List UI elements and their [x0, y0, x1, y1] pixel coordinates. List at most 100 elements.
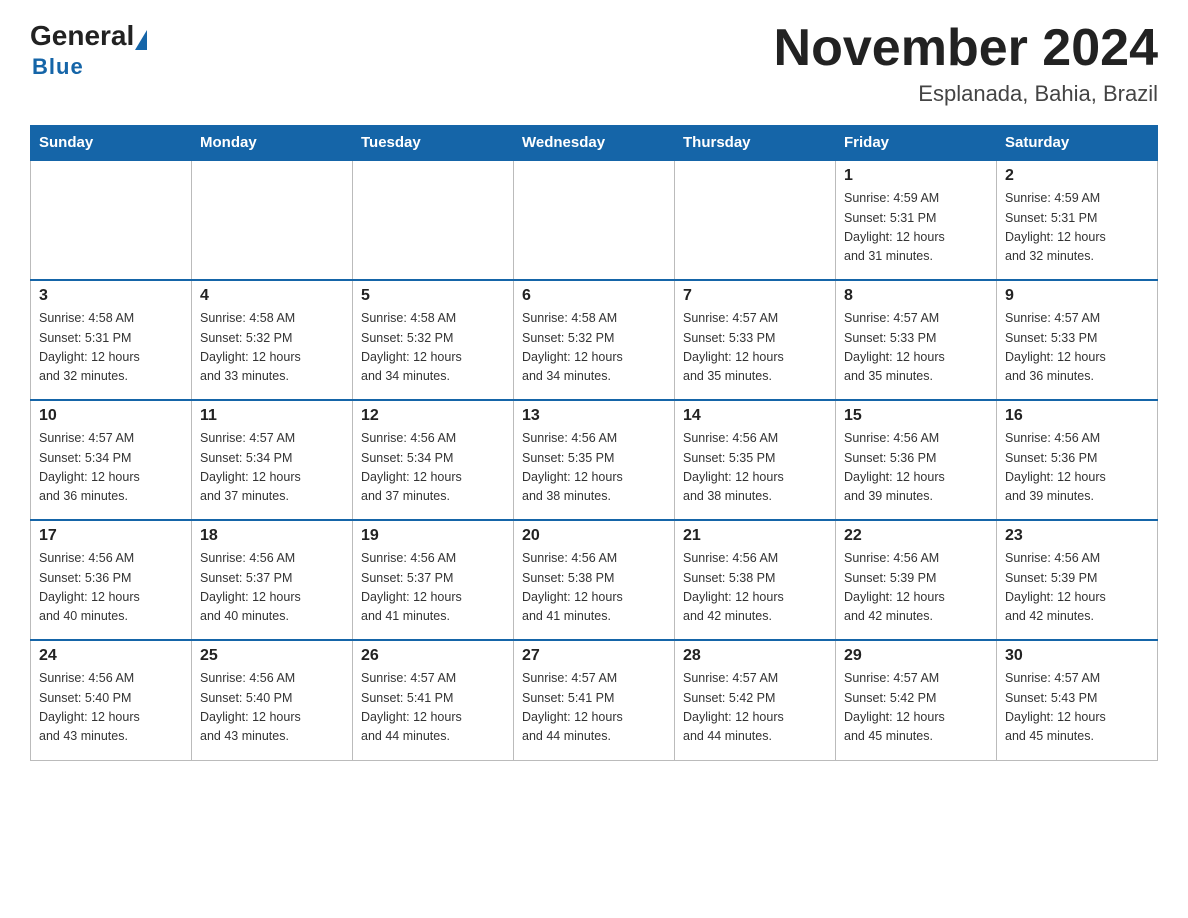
calendar-cell: [192, 160, 353, 280]
day-number: 12: [361, 407, 505, 425]
week-row-2: 3 Sunrise: 4:58 AMSunset: 5:31 PMDaylight…: [31, 280, 1158, 400]
day-info: Sunrise: 4:56 AMSunset: 5:35 PMDaylight:…: [683, 429, 827, 507]
day-number: 20: [522, 527, 666, 545]
day-info: Sunrise: 4:57 AMSunset: 5:33 PMDaylight:…: [1005, 309, 1149, 387]
day-info: Sunrise: 4:58 AMSunset: 5:31 PMDaylight:…: [39, 309, 183, 387]
weekday-header-tuesday: Tuesday: [353, 126, 514, 161]
day-number: 27: [522, 647, 666, 665]
day-number: 16: [1005, 407, 1149, 425]
calendar-cell: 21Sunrise: 4:56 AMSunset: 5:38 PMDayligh…: [675, 520, 836, 640]
calendar-cell: 3 Sunrise: 4:58 AMSunset: 5:31 PMDaylight…: [31, 280, 192, 400]
logo: General Blue: [30, 20, 147, 80]
day-info: Sunrise: 4:56 AMSunset: 5:39 PMDaylight:…: [844, 549, 988, 627]
calendar-cell: 26Sunrise: 4:57 AMSunset: 5:41 PMDayligh…: [353, 640, 514, 760]
day-info: Sunrise: 4:56 AMSunset: 5:40 PMDaylight:…: [200, 669, 344, 747]
day-info: Sunrise: 4:56 AMSunset: 5:37 PMDaylight:…: [200, 549, 344, 627]
calendar-header: SundayMondayTuesdayWednesdayThursdayFrid…: [31, 126, 1158, 161]
day-info: Sunrise: 4:59 AMSunset: 5:31 PMDaylight:…: [844, 189, 988, 267]
week-row-5: 24 Sunrise: 4:56 AMSunset: 5:40 PMDayligh…: [31, 640, 1158, 760]
day-number: 1: [844, 167, 988, 185]
calendar-cell: 18 Sunrise: 4:56 AMSunset: 5:37 PMDayligh…: [192, 520, 353, 640]
calendar-cell: 13Sunrise: 4:56 AMSunset: 5:35 PMDayligh…: [514, 400, 675, 520]
day-info: Sunrise: 4:56 AMSunset: 5:37 PMDaylight:…: [361, 549, 505, 627]
day-number: 3: [39, 287, 183, 305]
day-info: Sunrise: 4:57 AMSunset: 5:34 PMDaylight:…: [200, 429, 344, 507]
weekday-header-thursday: Thursday: [675, 126, 836, 161]
page-header: General Blue November 2024 Esplanada, Ba…: [30, 20, 1158, 107]
day-info: Sunrise: 4:57 AMSunset: 5:43 PMDaylight:…: [1005, 669, 1149, 747]
calendar-cell: 28 Sunrise: 4:57 AMSunset: 5:42 PMDayligh…: [675, 640, 836, 760]
weekday-header-sunday: Sunday: [31, 126, 192, 161]
calendar-cell: 15 Sunrise: 4:56 AMSunset: 5:36 PMDayligh…: [836, 400, 997, 520]
month-title: November 2024: [774, 20, 1158, 77]
calendar-cell: 27 Sunrise: 4:57 AMSunset: 5:41 PMDayligh…: [514, 640, 675, 760]
weekday-header-saturday: Saturday: [997, 126, 1158, 161]
day-info: Sunrise: 4:56 AMSunset: 5:39 PMDaylight:…: [1005, 549, 1149, 627]
day-info: Sunrise: 4:57 AMSunset: 5:41 PMDaylight:…: [361, 669, 505, 747]
calendar-cell: [31, 160, 192, 280]
day-number: 28: [683, 647, 827, 665]
day-info: Sunrise: 4:56 AMSunset: 5:36 PMDaylight:…: [39, 549, 183, 627]
day-number: 7: [683, 287, 827, 305]
logo-arrow-icon: [135, 30, 147, 50]
day-number: 30: [1005, 647, 1149, 665]
day-info: Sunrise: 4:58 AMSunset: 5:32 PMDaylight:…: [522, 309, 666, 387]
logo-blue-label: Blue: [32, 54, 84, 80]
calendar-cell: 17 Sunrise: 4:56 AMSunset: 5:36 PMDayligh…: [31, 520, 192, 640]
day-number: 5: [361, 287, 505, 305]
calendar-cell: 25 Sunrise: 4:56 AMSunset: 5:40 PMDayligh…: [192, 640, 353, 760]
day-number: 29: [844, 647, 988, 665]
day-number: 22: [844, 527, 988, 545]
logo-general-text: General: [30, 20, 147, 52]
day-info: Sunrise: 4:57 AMSunset: 5:42 PMDaylight:…: [683, 669, 827, 747]
calendar-cell: [353, 160, 514, 280]
day-number: 24: [39, 647, 183, 665]
calendar-cell: 16Sunrise: 4:56 AMSunset: 5:36 PMDayligh…: [997, 400, 1158, 520]
calendar-cell: 23 Sunrise: 4:56 AMSunset: 5:39 PMDayligh…: [997, 520, 1158, 640]
calendar-cell: [514, 160, 675, 280]
calendar-cell: 7Sunrise: 4:57 AMSunset: 5:33 PMDaylight…: [675, 280, 836, 400]
day-number: 15: [844, 407, 988, 425]
weekday-header-friday: Friday: [836, 126, 997, 161]
calendar-cell: 4 Sunrise: 4:58 AMSunset: 5:32 PMDaylight…: [192, 280, 353, 400]
day-number: 14: [683, 407, 827, 425]
calendar-cell: 29Sunrise: 4:57 AMSunset: 5:42 PMDayligh…: [836, 640, 997, 760]
day-number: 25: [200, 647, 344, 665]
day-number: 18: [200, 527, 344, 545]
day-info: Sunrise: 4:58 AMSunset: 5:32 PMDaylight:…: [361, 309, 505, 387]
day-number: 17: [39, 527, 183, 545]
day-info: Sunrise: 4:58 AMSunset: 5:32 PMDaylight:…: [200, 309, 344, 387]
day-info: Sunrise: 4:59 AMSunset: 5:31 PMDaylight:…: [1005, 189, 1149, 267]
day-number: 8: [844, 287, 988, 305]
weekday-header-wednesday: Wednesday: [514, 126, 675, 161]
calendar-cell: 8 Sunrise: 4:57 AMSunset: 5:33 PMDaylight…: [836, 280, 997, 400]
calendar-cell: 24Sunrise: 4:56 AMSunset: 5:40 PMDayligh…: [31, 640, 192, 760]
day-info: Sunrise: 4:57 AMSunset: 5:41 PMDaylight:…: [522, 669, 666, 747]
calendar-cell: [675, 160, 836, 280]
calendar-cell: 1 Sunrise: 4:59 AMSunset: 5:31 PMDaylight…: [836, 160, 997, 280]
day-info: Sunrise: 4:56 AMSunset: 5:36 PMDaylight:…: [844, 429, 988, 507]
calendar-cell: 5 Sunrise: 4:58 AMSunset: 5:32 PMDaylight…: [353, 280, 514, 400]
day-number: 19: [361, 527, 505, 545]
calendar-cell: 6 Sunrise: 4:58 AMSunset: 5:32 PMDaylight…: [514, 280, 675, 400]
day-number: 6: [522, 287, 666, 305]
calendar-table: SundayMondayTuesdayWednesdayThursdayFrid…: [30, 125, 1158, 761]
week-row-3: 10 Sunrise: 4:57 AMSunset: 5:34 PMDayligh…: [31, 400, 1158, 520]
weekday-header-monday: Monday: [192, 126, 353, 161]
day-info: Sunrise: 4:56 AMSunset: 5:34 PMDaylight:…: [361, 429, 505, 507]
day-number: 23: [1005, 527, 1149, 545]
location-label: Esplanada, Bahia, Brazil: [774, 81, 1158, 107]
day-info: Sunrise: 4:57 AMSunset: 5:33 PMDaylight:…: [844, 309, 988, 387]
calendar-cell: 14 Sunrise: 4:56 AMSunset: 5:35 PMDayligh…: [675, 400, 836, 520]
day-number: 4: [200, 287, 344, 305]
calendar-cell: 12 Sunrise: 4:56 AMSunset: 5:34 PMDayligh…: [353, 400, 514, 520]
calendar-cell: 10Sunrise: 4:57 AMSunset: 5:34 PMDayligh…: [31, 400, 192, 520]
day-number: 13: [522, 407, 666, 425]
calendar-cell: 2Sunrise: 4:59 AMSunset: 5:31 PMDaylight…: [997, 160, 1158, 280]
calendar-cell: 30 Sunrise: 4:57 AMSunset: 5:43 PMDayligh…: [997, 640, 1158, 760]
day-number: 21: [683, 527, 827, 545]
calendar-body: 1 Sunrise: 4:59 AMSunset: 5:31 PMDaylight…: [31, 160, 1158, 760]
header-row: SundayMondayTuesdayWednesdayThursdayFrid…: [31, 126, 1158, 161]
day-number: 10: [39, 407, 183, 425]
logo-general-label: General: [30, 20, 134, 51]
